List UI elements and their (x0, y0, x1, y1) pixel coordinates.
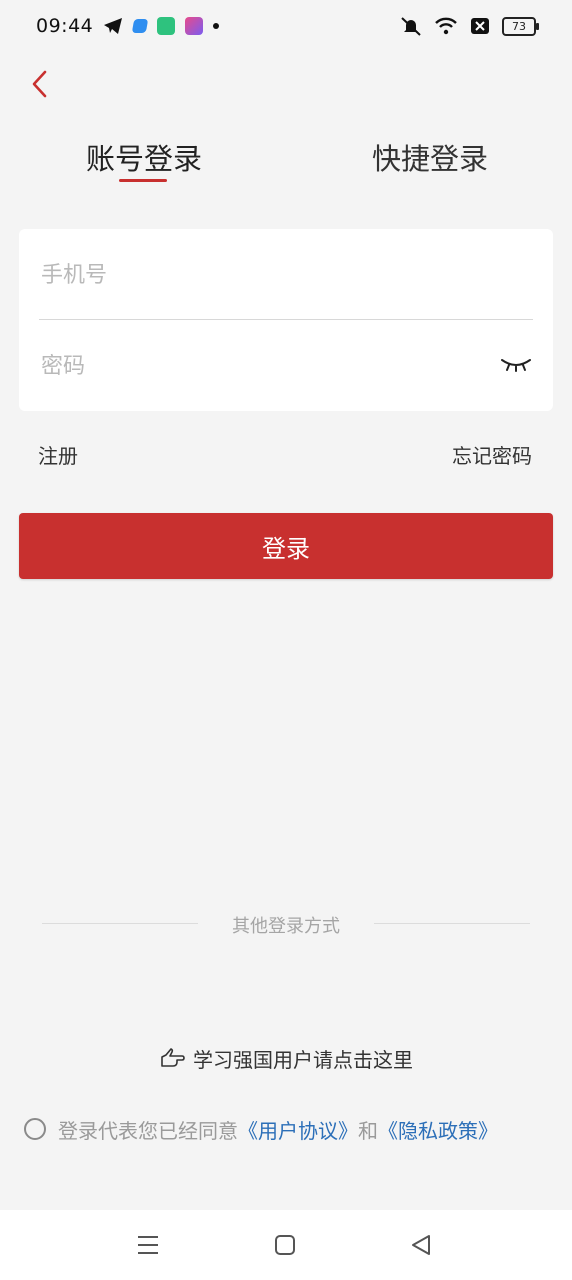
battery-icon: 73 (502, 16, 539, 36)
login-button[interactable]: 登录 (19, 513, 553, 579)
agreement-row: 登录代表您已经同意 《用户协议》 和 《隐私政策》 (24, 1112, 554, 1146)
status-time: 09:44 (36, 15, 94, 37)
app-purple-icon (185, 17, 204, 35)
forgot-password-link[interactable]: 忘记密码 (452, 440, 532, 469)
xuexi-user-link[interactable]: 学习强国用户请点击这里 (0, 1043, 572, 1073)
auxiliary-links: 注册 忘记密码 (0, 440, 572, 470)
eye-closed-icon[interactable] (499, 350, 533, 376)
app-green-icon (157, 17, 176, 35)
chevron-left-icon[interactable] (26, 66, 56, 102)
menu-icon[interactable] (135, 1232, 161, 1258)
pointing-hand-icon (161, 1048, 185, 1067)
phone-input[interactable] (39, 253, 483, 297)
register-link[interactable]: 注册 (38, 440, 78, 469)
agreement-checkbox[interactable] (24, 1118, 46, 1140)
tab-active-indicator (119, 179, 167, 182)
login-tabs: 账号登录 快捷登录 (0, 132, 572, 192)
password-input[interactable] (39, 344, 483, 388)
other-login-label: 其他登录方式 (232, 916, 340, 937)
other-login-section: 其他登录方式 (0, 910, 572, 940)
phone-field (39, 229, 533, 320)
back-triangle-icon[interactable] (408, 1232, 434, 1258)
mute-icon (401, 17, 421, 36)
login-form-card (19, 229, 553, 411)
tab-quick-login[interactable]: 快捷登录 (372, 136, 488, 178)
privacy-policy-link[interactable]: 《隐私政策》 (378, 1115, 498, 1144)
notification-dot-icon (213, 23, 220, 29)
app-blue-icon (132, 19, 149, 33)
password-field (39, 320, 533, 410)
home-icon[interactable] (272, 1232, 298, 1258)
wifi-icon (435, 17, 457, 35)
status-bar-left: 09:44 (36, 15, 220, 37)
xuexi-link-label: 学习强国用户请点击这里 (193, 1047, 413, 1072)
user-agreement-link[interactable]: 《用户协议》 (238, 1115, 358, 1144)
status-bar-right: 73 (400, 16, 539, 36)
telegram-icon (104, 18, 123, 34)
system-nav-bar (0, 1210, 572, 1280)
sim-icon (471, 18, 489, 34)
agreement-and: 和 (358, 1118, 378, 1143)
status-bar: 09:44 73 (0, 0, 572, 52)
tab-account-login[interactable]: 账号登录 (86, 136, 202, 178)
divider-right (374, 923, 530, 924)
agreement-prefix: 登录代表您已经同意 (58, 1118, 238, 1143)
